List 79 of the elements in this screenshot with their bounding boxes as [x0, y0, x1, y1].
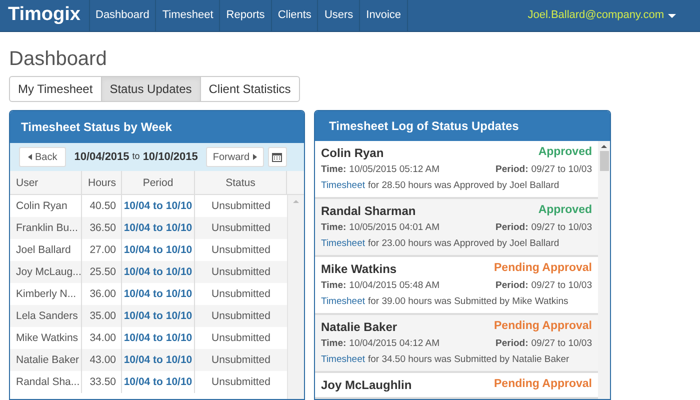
table-cell-text: Unsubmitted [210, 375, 272, 390]
column-header: Period [122, 171, 195, 194]
period-label: Period: [496, 162, 528, 177]
timesheet-link[interactable]: Timesheet [321, 236, 365, 252]
column-header: User [10, 171, 82, 194]
status-label: Pending Approval [494, 377, 592, 392]
scrollbar[interactable] [287, 195, 304, 399]
person-name: Joy McLaughlin [321, 377, 412, 394]
date-range-start: 10/04/2015 [74, 150, 130, 165]
table-cell-text: Unsubmitted [210, 199, 272, 214]
table-cell-text: Unsubmitted [210, 309, 272, 324]
table-cell: Randal Sha... [10, 371, 82, 393]
table-cell-text: Unsubmitted [210, 243, 272, 258]
back-button[interactable]: Back [19, 147, 66, 167]
person-name: Randal Sharman [321, 203, 416, 220]
log-message: for 23.00 hours was Approved by Joel Ballard [368, 236, 560, 251]
time-value: 10/05/2015 04:01 AM [349, 220, 440, 235]
caret-icon [668, 14, 676, 18]
table-cell-text: Unsubmitted [210, 287, 272, 302]
period-value: 09/27 to 10/03 [531, 220, 592, 235]
column-header: Hours [82, 171, 122, 194]
date-range-separator: to [132, 150, 140, 164]
nav-link[interactable]: Timesheet [156, 0, 220, 31]
nav-link[interactable]: Invoice [360, 0, 408, 31]
period-label: Period: [496, 336, 528, 351]
calendar-button[interactable] [268, 147, 287, 167]
table-cell: 33.50 [82, 371, 122, 393]
time-label: Time: [321, 162, 346, 177]
up-arrow-icon [601, 145, 607, 148]
status-label: Pending Approval [494, 319, 592, 334]
column-header: Status [195, 171, 287, 194]
time-label: Time: [321, 278, 346, 293]
timesheet-link[interactable]: Timesheet [321, 294, 365, 310]
time-label: Time: [321, 336, 346, 351]
status-label: Pending Approval [494, 261, 592, 276]
time-value: 10/04/2015 04:12 AM [349, 336, 440, 351]
tab[interactable]: My Timesheet [9, 76, 102, 102]
person-name: Natalie Baker [321, 319, 398, 336]
table-cell-text: Unsubmitted [210, 265, 272, 280]
nav-link[interactable]: Clients [272, 0, 318, 31]
log-message: for 34.50 hours was Submitted by Natalie Baker [368, 352, 570, 367]
page-title: Dashboard [9, 47, 108, 72]
scrollbar[interactable] [598, 141, 610, 399]
nav-link[interactable]: Reports [220, 0, 272, 31]
date-range-end: 10/10/2015 [142, 150, 198, 165]
tab[interactable]: Status Updates [100, 76, 201, 102]
right-triangle-icon [252, 154, 257, 160]
period-value: 09/27 to 10/03 [531, 278, 592, 293]
panel-title: Timesheet Status by Week [21, 119, 172, 136]
table-cell-text: Unsubmitted [210, 331, 272, 346]
log-message: for 39.00 hours was Submitted by Mike Watkins [368, 294, 568, 309]
panel-title: Timesheet Log of Status Updates [329, 118, 519, 135]
timesheet-link[interactable]: Timesheet [321, 352, 365, 368]
brand-logo[interactable]: Timogix [0, 0, 90, 31]
person-name: Colin Ryan [321, 145, 384, 162]
table-cell-text: Unsubmitted [210, 221, 272, 236]
tab[interactable]: Client Statistics [200, 76, 300, 102]
table-cell-text: Unsubmitted [210, 353, 272, 368]
time-label: Time: [321, 220, 346, 235]
time-value: 10/05/2015 05:12 AM [349, 162, 440, 177]
time-value: 10/04/2015 05:48 AM [349, 278, 440, 293]
nav-link[interactable]: Users [318, 0, 360, 31]
period-link[interactable]: 10/04 to 10/10 [122, 371, 195, 393]
status-label: Approved [538, 145, 592, 160]
period-value: 09/27 to 10/03 [531, 162, 592, 177]
period-value: 09/27 to 10/03 [531, 336, 592, 351]
period-label: Period: [496, 278, 528, 293]
person-name: Mike Watkins [321, 261, 397, 278]
user-menu[interactable]: Joel.Ballard@company.com [528, 0, 700, 31]
nav-link[interactable]: Dashboard [90, 0, 156, 31]
timesheet-link[interactable]: Timesheet [321, 178, 365, 194]
forward-button[interactable]: Forward [206, 147, 264, 167]
left-triangle-icon [28, 154, 32, 160]
period-label: Period: [496, 220, 528, 235]
status-label: Approved [538, 203, 592, 218]
up-arrow-icon [293, 200, 299, 203]
log-message: for 28.50 hours was Approved by Joel Ballard [368, 178, 560, 193]
scrollbar-thumb[interactable] [600, 151, 608, 171]
calendar-icon [272, 152, 282, 162]
